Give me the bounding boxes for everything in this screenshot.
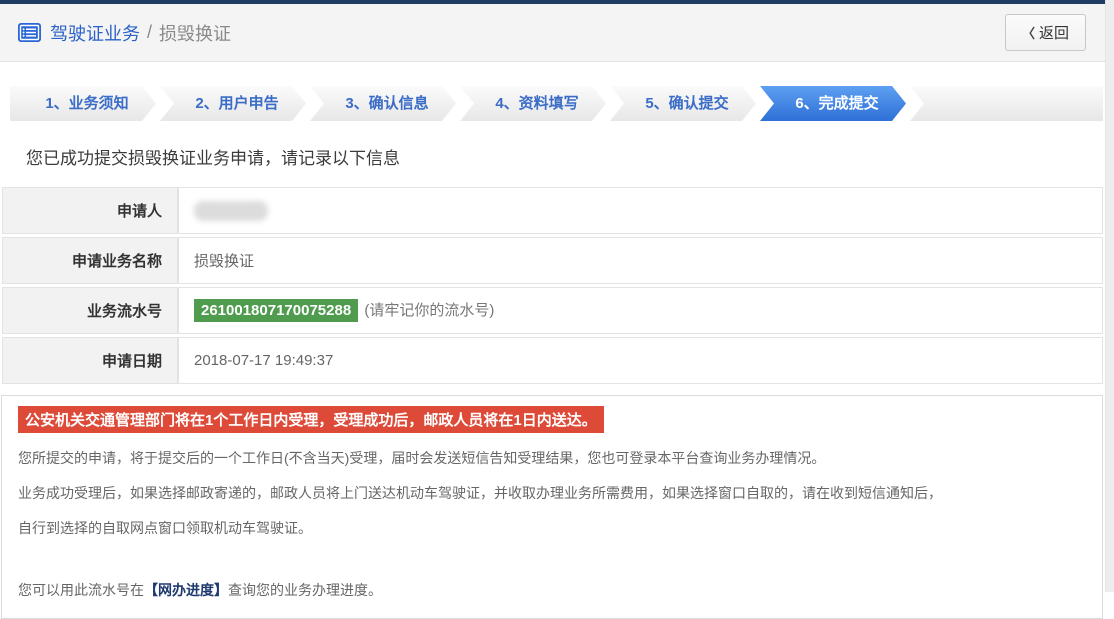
row-value: 损毁换证 [178, 237, 1103, 284]
row-label: 申请业务名称 [2, 237, 178, 284]
notice-box: 公安机关交通管理部门将在1个工作日内受理，受理成功后，邮政人员将在1日内送达。 … [1, 395, 1103, 619]
alert-banner: 公安机关交通管理部门将在1个工作日内受理，受理成功后，邮政人员将在1日内送达。 [18, 406, 604, 433]
row-value: 2018-07-17 19:49:37 [178, 337, 1103, 384]
details-table: 申请人 申请业务名称 损毁换证 业务流水号 261001807170075288… [2, 184, 1103, 387]
page-header: 驾驶证业务 / 损毁换证 〈 返回 [0, 4, 1114, 62]
success-message: 您已成功提交损毁换证业务申请，请记录以下信息 [26, 144, 1114, 169]
list-icon [18, 23, 41, 42]
table-row-serial-number: 业务流水号 261001807170075288 (请牢记你的流水号) [2, 287, 1103, 334]
progress-query-line: 您可以用此流水号在【网办进度】查询您的业务办理进度。 [18, 575, 1086, 605]
breadcrumb-current: 损毁换证 [159, 20, 231, 46]
breadcrumb-category: 驾驶证业务 [50, 20, 140, 46]
redacted-applicant-name [194, 201, 268, 221]
notice-paragraph: 自行到选择的自取网点窗口领取机动车驾驶证。 [18, 513, 1086, 543]
notice-paragraph: 您所提交的申请，将于提交后的一个工作日(不含当天)受理，届时会发送短信告知受理结… [18, 443, 1086, 473]
notice-paragraph: 业务成功受理后，如果选择邮政寄递的，邮政人员将上门送达机动车驾驶证，并收取办理业… [18, 478, 1086, 508]
breadcrumb: 驾驶证业务 / 损毁换证 [50, 20, 231, 46]
step-6-complete-submit: 6、完成提交 [760, 86, 906, 121]
serial-number-badge: 261001807170075288 [194, 299, 358, 322]
step-2-user-declaration: 2、用户申告 [160, 86, 306, 121]
back-button-label: 返回 [1039, 22, 1069, 43]
back-button[interactable]: 〈 返回 [1005, 14, 1086, 51]
step-5-confirm-submit: 5、确认提交 [610, 86, 756, 121]
scrollbar-track[interactable] [1105, 0, 1114, 592]
table-row-business-name: 申请业务名称 损毁换证 [2, 237, 1103, 284]
table-row-apply-date: 申请日期 2018-07-17 19:49:37 [2, 337, 1103, 384]
row-label: 申请日期 [2, 337, 178, 384]
progress-prefix: 您可以用此流水号在 [18, 582, 144, 598]
progress-suffix: 查询您的业务办理进度。 [228, 582, 382, 598]
row-label: 业务流水号 [2, 287, 178, 334]
row-value: 261001807170075288 (请牢记你的流水号) [178, 287, 1103, 334]
step-4-fill-data: 4、资料填写 [460, 86, 606, 121]
row-label: 申请人 [2, 187, 178, 234]
back-chevron-icon: 〈 [1022, 23, 1035, 42]
row-value [178, 187, 1103, 234]
step-1-business-notice: 1、业务须知 [10, 86, 156, 121]
step-3-confirm-info: 3、确认信息 [310, 86, 456, 121]
step-wizard: 1、业务须知 2、用户申告 3、确认信息 4、资料填写 5、确认提交 6、完成提… [10, 86, 1103, 121]
breadcrumb-separator: / [147, 22, 152, 43]
progress-link[interactable]: 【网办进度】 [144, 582, 228, 598]
table-row-applicant: 申请人 [2, 187, 1103, 234]
step-bar-filler [910, 86, 1103, 121]
serial-number-note: (请牢记你的流水号) [364, 302, 494, 319]
